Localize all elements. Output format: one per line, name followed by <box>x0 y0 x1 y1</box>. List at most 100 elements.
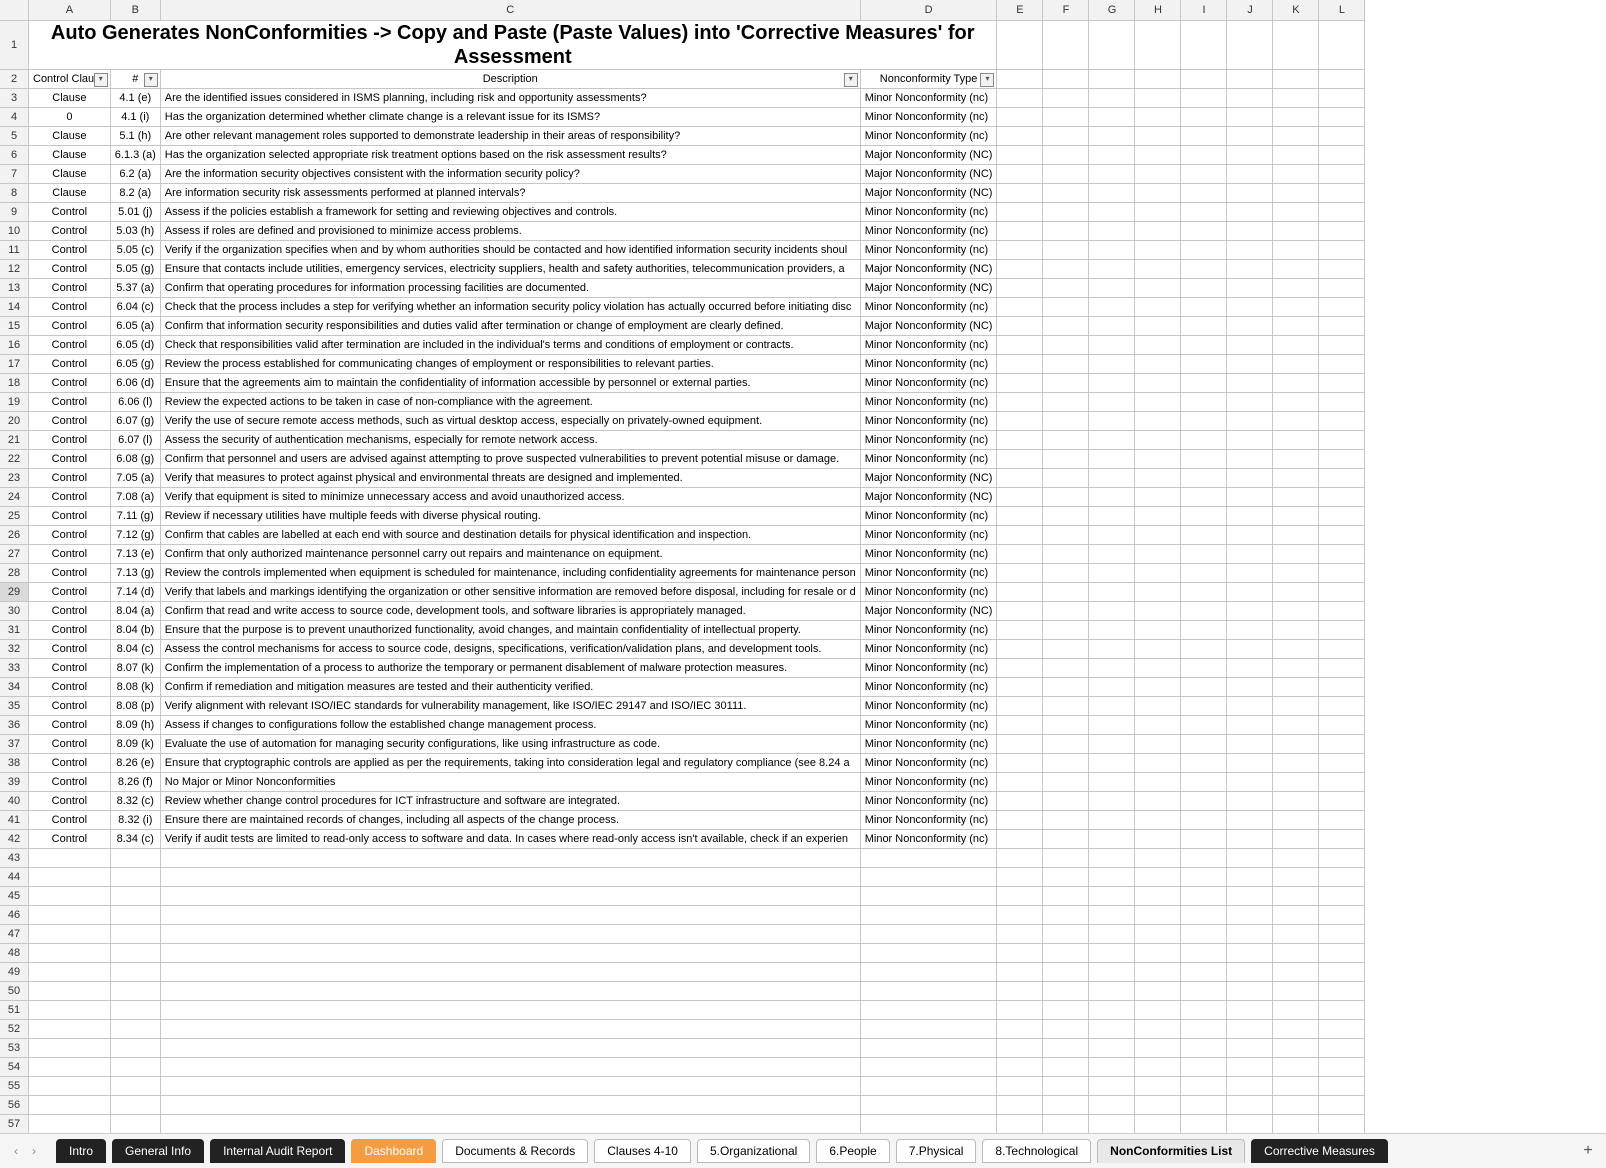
cell[interactable] <box>1273 21 1319 70</box>
cell[interactable] <box>1227 336 1273 355</box>
cell[interactable] <box>29 849 111 868</box>
cell[interactable] <box>1089 735 1135 754</box>
cell[interactable] <box>1089 963 1135 982</box>
row-head-10[interactable]: 10 <box>0 222 29 241</box>
tab-nav-next-icon[interactable]: › <box>26 1143 42 1159</box>
cell-number[interactable]: 6.05 (a) <box>110 317 160 336</box>
cell-nonconformity-type[interactable]: Minor Nonconformity (nc) <box>860 298 997 317</box>
cell[interactable] <box>110 1096 160 1115</box>
cell[interactable] <box>1319 1058 1365 1077</box>
cell[interactable] <box>1089 241 1135 260</box>
cell[interactable] <box>1089 754 1135 773</box>
cell[interactable] <box>997 374 1043 393</box>
cell[interactable] <box>997 944 1043 963</box>
cell[interactable] <box>1273 602 1319 621</box>
cell[interactable] <box>1135 811 1181 830</box>
cell[interactable] <box>1043 260 1089 279</box>
row-head-50[interactable]: 50 <box>0 982 29 1001</box>
cell[interactable] <box>1273 431 1319 450</box>
cell-control-clause[interactable]: Clause <box>29 127 111 146</box>
cell-description[interactable]: Verify if audit tests are limited to rea… <box>160 830 860 849</box>
cell[interactable] <box>1089 70 1135 89</box>
cell[interactable] <box>1273 564 1319 583</box>
cell[interactable] <box>1273 773 1319 792</box>
row-head-56[interactable]: 56 <box>0 1096 29 1115</box>
cell[interactable] <box>1319 602 1365 621</box>
cell[interactable] <box>1089 488 1135 507</box>
cell-control-clause[interactable]: Control <box>29 241 111 260</box>
cell[interactable] <box>1135 260 1181 279</box>
cell[interactable] <box>1181 982 1227 1001</box>
cell[interactable] <box>1089 564 1135 583</box>
cell-description[interactable]: Confirm that operating procedures for in… <box>160 279 860 298</box>
cell[interactable] <box>1089 374 1135 393</box>
cell-description[interactable]: Confirm that only authorized maintenance… <box>160 545 860 564</box>
cell[interactable] <box>1135 317 1181 336</box>
cell[interactable] <box>1135 773 1181 792</box>
cell[interactable] <box>1181 89 1227 108</box>
cell[interactable] <box>160 906 860 925</box>
cell[interactable] <box>997 279 1043 298</box>
cell-description[interactable]: Review the process established for commu… <box>160 355 860 374</box>
cell-description[interactable]: Ensure that the purpose is to prevent un… <box>160 621 860 640</box>
cell[interactable] <box>1319 564 1365 583</box>
cell[interactable] <box>997 431 1043 450</box>
cell-nonconformity-type[interactable]: Minor Nonconformity (nc) <box>860 811 997 830</box>
cell[interactable] <box>29 1020 111 1039</box>
cell[interactable] <box>1043 184 1089 203</box>
cell[interactable] <box>1181 317 1227 336</box>
cell[interactable] <box>1043 203 1089 222</box>
cell[interactable] <box>860 887 997 906</box>
row-head-53[interactable]: 53 <box>0 1039 29 1058</box>
col-head-E[interactable]: E <box>997 0 1043 21</box>
filter-dropdown-icon[interactable]: ▾ <box>980 73 994 87</box>
cell[interactable] <box>1089 716 1135 735</box>
cell[interactable] <box>1181 659 1227 678</box>
cell-control-clause[interactable]: Control <box>29 450 111 469</box>
cell[interactable] <box>1089 317 1135 336</box>
cell-nonconformity-type[interactable]: Minor Nonconformity (nc) <box>860 754 997 773</box>
cell[interactable] <box>1227 1058 1273 1077</box>
cell[interactable] <box>1135 127 1181 146</box>
cell[interactable] <box>1089 393 1135 412</box>
cell[interactable] <box>1227 830 1273 849</box>
cell[interactable] <box>1181 412 1227 431</box>
row-head-55[interactable]: 55 <box>0 1077 29 1096</box>
cell[interactable] <box>160 887 860 906</box>
cell[interactable] <box>1227 621 1273 640</box>
cell[interactable] <box>29 963 111 982</box>
cell[interactable] <box>1135 507 1181 526</box>
sheet-tab[interactable]: Clauses 4-10 <box>594 1139 691 1163</box>
cell[interactable] <box>1089 1096 1135 1115</box>
cell[interactable] <box>1319 184 1365 203</box>
cell-control-clause[interactable]: Control <box>29 507 111 526</box>
cell[interactable] <box>1319 89 1365 108</box>
cell[interactable] <box>1135 526 1181 545</box>
cell[interactable] <box>1089 1001 1135 1020</box>
cell[interactable] <box>997 317 1043 336</box>
cell[interactable] <box>1227 89 1273 108</box>
cell[interactable] <box>1227 431 1273 450</box>
cell[interactable] <box>997 241 1043 260</box>
cell-nonconformity-type[interactable]: Minor Nonconformity (nc) <box>860 716 997 735</box>
cell[interactable] <box>1227 21 1273 70</box>
cell[interactable] <box>1181 165 1227 184</box>
cell-description[interactable]: Confirm if remediation and mitigation me… <box>160 678 860 697</box>
cell-description[interactable]: Review the expected actions to be taken … <box>160 393 860 412</box>
cell[interactable] <box>110 1001 160 1020</box>
cell[interactable] <box>1043 488 1089 507</box>
cell[interactable] <box>1135 887 1181 906</box>
cell[interactable] <box>1319 830 1365 849</box>
cell-description[interactable]: Verify alignment with relevant ISO/IEC s… <box>160 697 860 716</box>
cell[interactable] <box>1135 982 1181 1001</box>
cell-nonconformity-type[interactable]: Major Nonconformity (NC) <box>860 146 997 165</box>
cell[interactable] <box>1089 811 1135 830</box>
row-head-9[interactable]: 9 <box>0 203 29 222</box>
cell-nonconformity-type[interactable]: Minor Nonconformity (nc) <box>860 355 997 374</box>
cell[interactable] <box>1089 602 1135 621</box>
cell[interactable] <box>1319 393 1365 412</box>
cell[interactable] <box>1319 868 1365 887</box>
cell-control-clause[interactable]: Control <box>29 203 111 222</box>
cell[interactable] <box>1319 754 1365 773</box>
cell[interactable] <box>1089 108 1135 127</box>
